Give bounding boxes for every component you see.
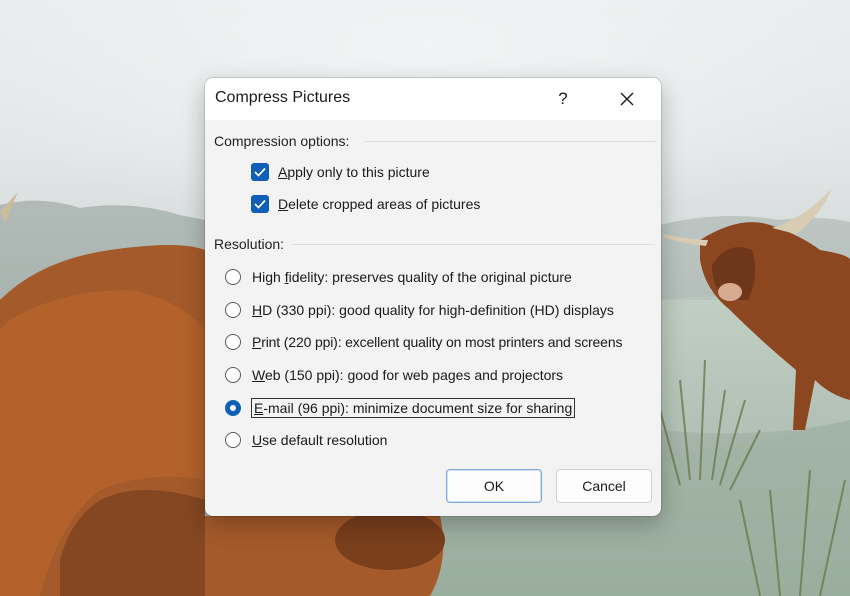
resolution-divider [293,244,655,245]
delete-cropped-checkbox[interactable] [251,195,269,213]
resolution-label: Resolution: [214,236,285,252]
print-label: Print (220 ppi): excellent quality on mo… [252,334,623,350]
radio-email[interactable] [225,400,241,416]
radio-print[interactable] [225,334,241,350]
email-label: E-mail (96 ppi): minimize document size … [250,398,576,418]
high-fidelity-label: High fidelity: preserves quality of the … [252,269,572,285]
checkmark-icon [254,199,266,209]
close-icon [620,92,634,106]
radio-web[interactable] [225,367,241,383]
radio-hd[interactable] [225,302,241,318]
close-button[interactable] [605,80,649,118]
compression-options-label: Compression options: [214,133,350,149]
radio-row-hd[interactable]: HD (330 ppi): good quality for high-defi… [225,302,614,318]
radio-row-default[interactable]: Use default resolution [225,432,387,448]
apply-only-label: Apply only to this picture [278,164,430,180]
radio-row-print[interactable]: Print (220 ppi): excellent quality on mo… [225,334,622,350]
apply-only-checkbox[interactable] [251,163,269,181]
delete-cropped-label: Delete cropped areas of pictures [278,196,481,212]
delete-cropped-checkbox-row[interactable]: Delete cropped areas of pictures [251,195,480,213]
ok-button[interactable]: OK [446,469,542,503]
compression-divider [365,141,655,142]
compress-pictures-dialog: Compress Pictures ? Compression options:… [205,78,661,516]
web-label: Web (150 ppi): good for web pages and pr… [252,367,564,383]
help-button[interactable]: ? [541,80,585,118]
default-resolution-label: Use default resolution [252,432,388,448]
radio-default[interactable] [225,432,241,448]
dialog-title: Compress Pictures [215,89,351,106]
dialog-titlebar: Compress Pictures ? [205,78,661,120]
hd-label: HD (330 ppi): good quality for high-defi… [252,302,614,318]
radio-row-web[interactable]: Web (150 ppi): good for web pages and pr… [225,367,563,383]
radio-row-email[interactable]: E-mail (96 ppi): minimize document size … [225,398,576,418]
apply-only-checkbox-row[interactable]: Apply only to this picture [251,163,430,181]
checkmark-icon [254,167,266,177]
cancel-button[interactable]: Cancel [556,469,652,503]
radio-high-fidelity[interactable] [225,269,241,285]
radio-row-high-fidelity[interactable]: High fidelity: preserves quality of the … [225,269,572,285]
